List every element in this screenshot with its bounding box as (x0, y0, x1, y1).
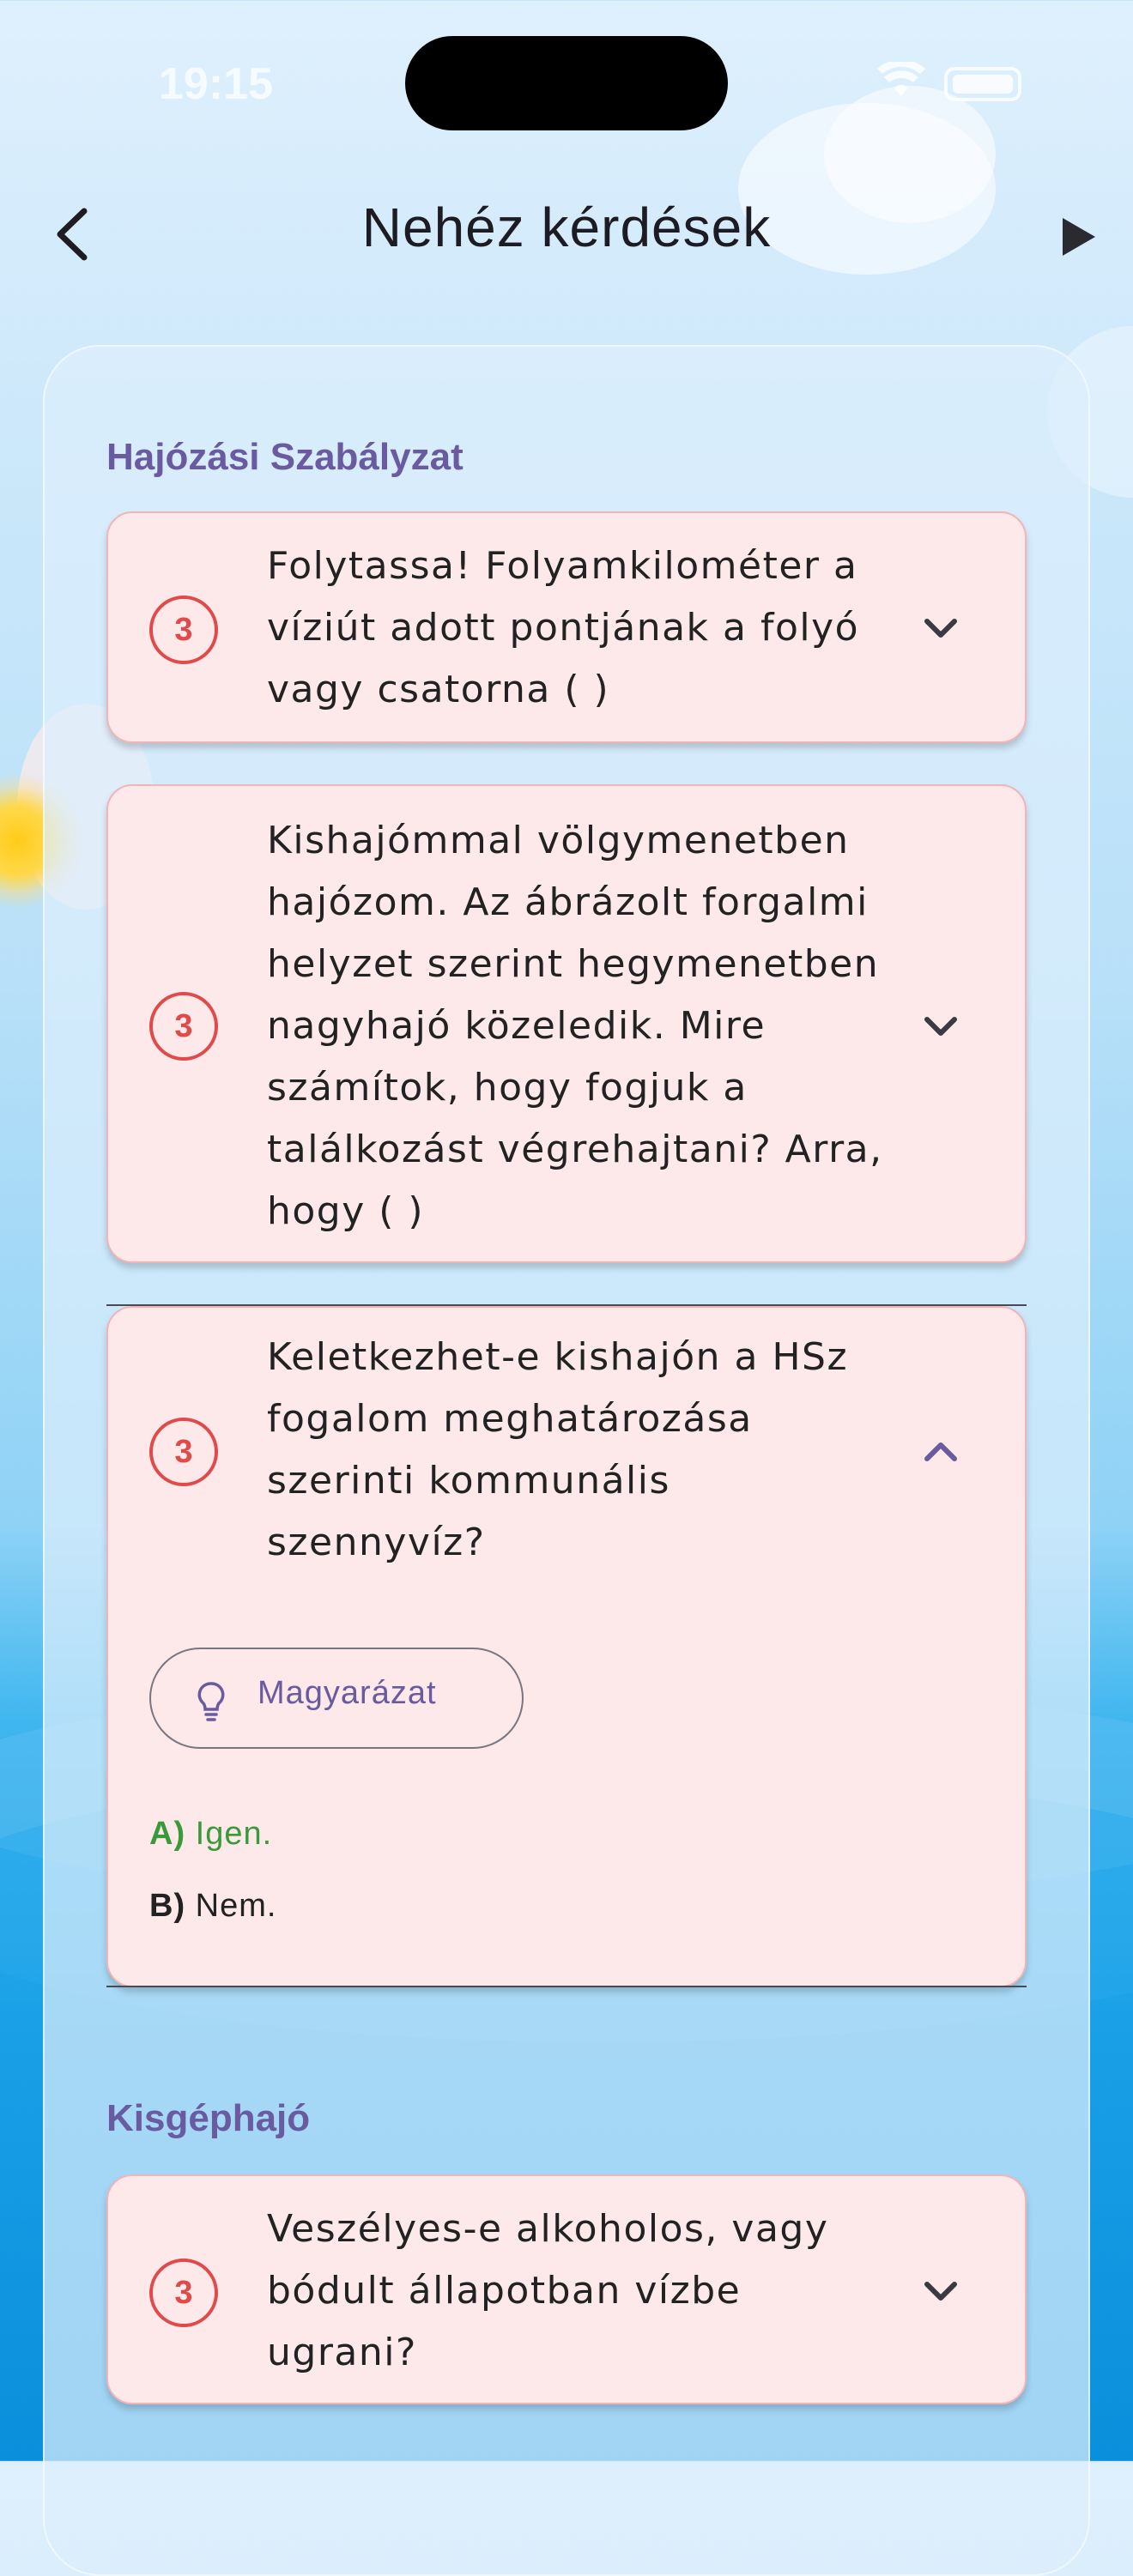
answer-key: A) (149, 1816, 186, 1852)
battery-icon (944, 67, 1021, 101)
question-text: Keletkezhet-e kishajón a HSz fogalom meg… (267, 1335, 849, 1564)
answer-key: B) (149, 1888, 186, 1924)
nav-header: Nehéz kérdések (0, 180, 1133, 283)
question-text: Folytassa! Folyamkilométer a víziút adot… (267, 544, 860, 711)
explanation-label: Magyarázat (258, 1675, 437, 1711)
divider (106, 1986, 1027, 1987)
question-card[interactable]: 3 Veszélyes-e alkoholos, vagy bódult áll… (106, 2174, 1027, 2404)
answer-text: Nem. (195, 1888, 277, 1924)
play-button[interactable] (1052, 211, 1104, 263)
play-icon (1063, 218, 1095, 256)
status-time: 19:15 (159, 59, 273, 109)
difficulty-badge: 3 (149, 2259, 218, 2327)
question-card[interactable]: 3 Kishajómmal völgymenetben hajózom. Az … (106, 784, 1027, 1263)
expand-toggle[interactable] (915, 1001, 966, 1052)
chevron-up-icon (924, 1442, 957, 1461)
answer-text: Igen. (195, 1816, 273, 1852)
question-card-expanded[interactable]: 3 Keletkezhet-e kishajón a HSz fogalom m… (106, 1306, 1027, 1987)
chevron-down-icon (924, 1017, 957, 1036)
dynamic-island (405, 36, 728, 130)
expand-toggle[interactable] (915, 602, 966, 654)
difficulty-badge: 3 (149, 596, 218, 664)
lightbulb-icon (197, 1682, 225, 1721)
collapse-toggle[interactable] (915, 1426, 966, 1478)
page-title: Nehéz kérdések (361, 197, 772, 258)
question-text: Veszélyes-e alkoholos, vagy bódult állap… (267, 2207, 829, 2374)
chevron-down-icon (924, 619, 957, 638)
answer-option: B) Nem. (149, 1888, 276, 1925)
question-card[interactable]: 3 Folytassa! Folyamkilométer a víziút ad… (106, 511, 1027, 743)
difficulty-badge: 3 (149, 1418, 218, 1486)
expand-toggle[interactable] (915, 2265, 966, 2317)
answer-option-correct: A) Igen. (149, 1816, 272, 1853)
section-title: Hajózási Szabályzat (106, 436, 464, 478)
question-text: Kishajómmal völgymenetben hajózom. Az áb… (267, 819, 883, 1233)
difficulty-badge: 3 (149, 992, 218, 1061)
chevron-down-icon (924, 2282, 957, 2301)
explanation-button[interactable]: Magyarázat (149, 1648, 524, 1749)
section-title: Kisgéphajó (106, 2097, 311, 2139)
wifi-icon (876, 59, 927, 109)
